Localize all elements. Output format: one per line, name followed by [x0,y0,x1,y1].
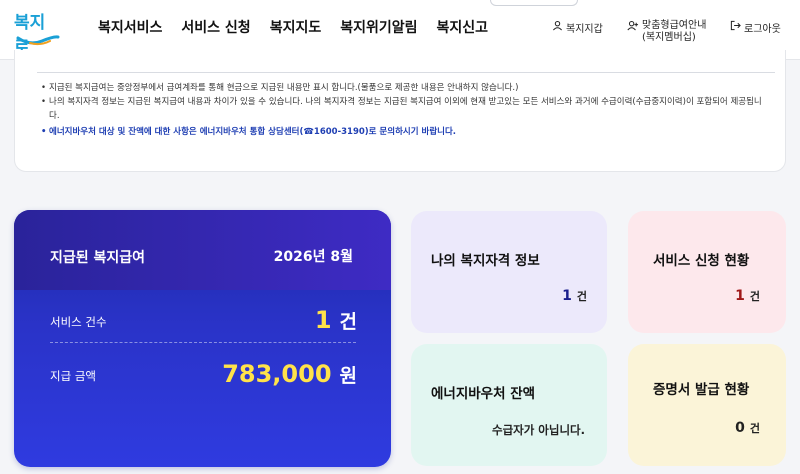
certificate-status-title: 증명서 발급 현황 [653,382,750,398]
certificate-status-value: 0 건 [735,420,760,436]
search-box[interactable] [490,0,578,6]
eligibility-card[interactable]: 나의 복지자격 정보 1 건 [411,211,607,333]
user-plus-icon [627,20,639,31]
application-status-value: 1 건 [735,288,760,304]
service-count-label: 서비스 건수 [50,315,107,329]
main-nav: 복지서비스 서비스 신청 복지지도 복지위기알림 복지신고 [98,17,507,37]
nav-welfare-service[interactable]: 복지서비스 [98,17,162,37]
service-count-value: 1 건 [315,306,357,334]
notice-item: 지급된 복지급여는 중앙정부에서 급여계좌를 통해 현금으로 지급된 내용만 표… [41,81,771,95]
user-icon [553,20,562,31]
nav-welfare-map[interactable]: 복지지도 [270,17,322,37]
application-status-unit: 건 [749,290,760,303]
paid-benefit-date: 2026년 8월 [273,249,353,265]
notice-panel: 지급된 복지급여는 중앙정부에서 급여계좌를 통해 현금으로 지급된 내용만 표… [14,50,786,172]
energy-voucher-card[interactable]: 에너지바우처 잔액 수급자가 아닙니다. [411,344,607,466]
certificate-status-card[interactable]: 증명서 발급 현황 0 건 [628,344,786,466]
energy-voucher-title: 에너지바우처 잔액 [431,386,536,402]
service-count-unit: 건 [339,311,357,333]
paid-amount-value: 783,000 원 [222,360,357,388]
logo-wave-icon [16,35,60,46]
energy-voucher-status: 수급자가 아닙니다. [491,423,585,437]
custom-benefit-line1: 맞춤형급여안내 [642,20,707,31]
paid-benefit-divider [50,342,356,343]
paid-benefit-title: 지급된 복지급여 [50,250,146,266]
application-status-card[interactable]: 서비스 신청 현황 1 건 [628,211,786,333]
notice-item: 나의 복지자격 정보는 지급된 복지급여 내용과 차이가 있을 수 있습니다. … [41,95,771,123]
logout-link[interactable]: 로그아웃 [730,20,781,35]
notice-item-highlight: 에너지바우처 대상 및 잔액에 대한 사항은 에너지바우처 통합 상담센터(☎1… [41,125,771,139]
nav-crisis-alert[interactable]: 복지위기알림 [340,17,417,37]
logout-label: 로그아웃 [744,24,781,35]
paid-amount-number: 783,000 [222,360,332,388]
logout-icon [730,20,741,31]
eligibility-value: 1 건 [562,288,587,304]
nav-service-apply[interactable]: 서비스 신청 [181,17,250,37]
paid-amount-unit: 원 [339,365,357,387]
welfare-wallet-link[interactable]: 복지지갑 [552,20,603,35]
welfare-wallet-label: 복지지갑 [566,24,603,35]
application-status-count: 1 [735,288,745,304]
eligibility-unit: 건 [576,290,587,303]
eligibility-count: 1 [562,288,572,304]
nav-welfare-report[interactable]: 복지신고 [437,17,489,37]
paid-amount-label: 지급 금액 [50,369,96,383]
service-count-number: 1 [314,306,332,334]
notice-list: 지급된 복지급여는 중앙정부에서 급여계좌를 통해 현금으로 지급된 내용만 표… [41,81,771,139]
eligibility-title: 나의 복지자격 정보 [431,253,540,269]
application-status-title: 서비스 신청 현황 [653,253,750,269]
custom-benefit-link[interactable]: 맞춤형급여안내 (복지멤버십) [627,20,706,44]
bokjiro-logo[interactable]: 복지로 [14,8,60,58]
certificate-status-unit: 건 [749,422,760,435]
paid-benefit-card[interactable]: 지급된 복지급여 2026년 8월 서비스 건수 1 건 지급 금액 783,0… [14,210,391,467]
certificate-status-count: 0 [735,420,745,436]
custom-benefit-line2: (복지멤버십) [642,32,696,43]
custom-benefit-text: 맞춤형급여안내 (복지멤버십) [642,20,706,44]
notice-divider [37,72,775,73]
